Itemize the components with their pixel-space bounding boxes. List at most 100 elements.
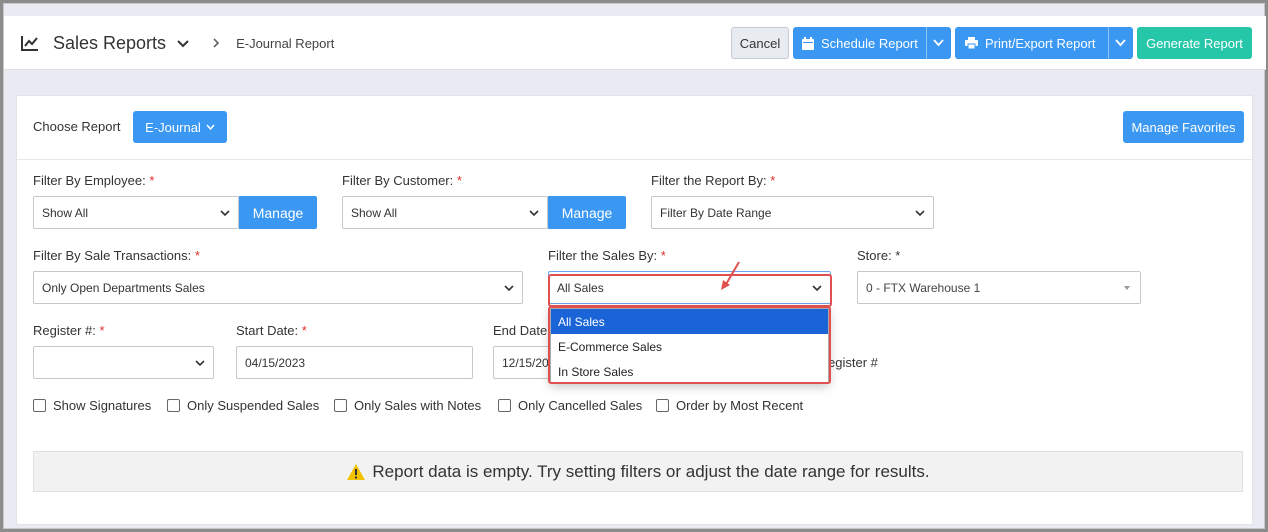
show-signatures-checkbox[interactable]: Show Signatures bbox=[33, 398, 151, 413]
store-label: Store: * bbox=[857, 248, 901, 263]
filter-customer-value: Show All bbox=[351, 205, 398, 220]
manage-employee-button[interactable]: Manage bbox=[239, 196, 317, 229]
filter-report-by-value: Filter By Date Range bbox=[660, 205, 772, 220]
checkbox-label: Only Cancelled Sales bbox=[518, 398, 643, 413]
choose-report-value: E-Journal bbox=[145, 119, 201, 135]
start-date-label: Start Date: * bbox=[236, 323, 307, 338]
filter-report-by-label-text: Filter the Report By: bbox=[651, 173, 767, 188]
group-by-register-text: egister # bbox=[828, 355, 878, 370]
required-marker: * bbox=[456, 173, 462, 188]
report-panel: Choose Report E-Journal Manage Favorites… bbox=[16, 95, 1254, 525]
register-label-text: Register #: bbox=[33, 323, 96, 338]
checkbox-label: Only Sales with Notes bbox=[354, 398, 482, 413]
red-arrow-icon bbox=[721, 261, 740, 290]
filter-employee-value: Show All bbox=[42, 205, 89, 220]
section-divider bbox=[17, 159, 1254, 160]
filter-sales-by-label-text: Filter the Sales By: bbox=[548, 248, 658, 263]
generate-report-button[interactable]: Generate Report bbox=[1137, 27, 1252, 59]
chevron-down-icon bbox=[529, 210, 539, 217]
store-select[interactable]: 0 - FTX Warehouse 1 bbox=[857, 271, 1141, 304]
required-marker: * bbox=[660, 248, 666, 263]
empty-report-message: Report data is empty. Try setting filter… bbox=[33, 451, 1243, 492]
manage-customer-label: Manage bbox=[561, 204, 613, 221]
export-split-divider bbox=[1108, 27, 1109, 59]
filter-sale-transactions-label-text: Filter By Sale Transactions: bbox=[33, 248, 192, 263]
schedule-dropdown-chevron-icon[interactable] bbox=[933, 39, 944, 47]
only-suspended-checkbox[interactable]: Only Suspended Sales bbox=[167, 398, 319, 413]
line-chart-icon bbox=[21, 36, 38, 51]
choose-report-dropdown[interactable]: E-Journal bbox=[133, 111, 227, 143]
warning-icon bbox=[346, 463, 366, 481]
only-notes-checkbox[interactable]: Only Sales with Notes bbox=[334, 398, 481, 413]
filter-sale-transactions-value: Only Open Departments Sales bbox=[42, 280, 205, 295]
cancel-button[interactable]: Cancel bbox=[731, 27, 789, 59]
breadcrumb: Sales Reports E-Journal Report bbox=[21, 16, 334, 70]
print-export-button[interactable]: Print/Export Report bbox=[955, 27, 1133, 59]
calendar-icon bbox=[802, 36, 814, 50]
print-export-label: Print/Export Report bbox=[985, 35, 1096, 51]
filter-customer-label-text: Filter By Customer: bbox=[342, 173, 454, 188]
manage-customer-button[interactable]: Manage bbox=[548, 196, 626, 229]
highlight-box-dropdown bbox=[548, 306, 831, 384]
chevron-down-icon bbox=[195, 360, 205, 367]
app-frame: Sales Reports E-Journal Report Cancel Sc… bbox=[3, 3, 1266, 529]
required-marker: * bbox=[301, 323, 307, 338]
checkbox-label: Order by Most Recent bbox=[676, 398, 804, 413]
schedule-split-divider bbox=[926, 27, 927, 59]
start-date-input[interactable]: 04/15/2023 bbox=[236, 346, 473, 379]
only-cancelled-checkbox[interactable]: Only Cancelled Sales bbox=[498, 398, 642, 413]
chevron-down-icon bbox=[915, 210, 925, 217]
checkbox-box[interactable] bbox=[498, 399, 511, 412]
export-dropdown-chevron-icon[interactable] bbox=[1115, 39, 1126, 47]
top-bar: Sales Reports E-Journal Report Cancel Sc… bbox=[4, 16, 1266, 70]
breadcrumb-current: E-Journal Report bbox=[236, 35, 335, 51]
printer-icon bbox=[965, 37, 978, 49]
cancel-button-label: Cancel bbox=[739, 35, 781, 51]
manage-employee-label: Manage bbox=[252, 204, 304, 221]
chevron-down-icon bbox=[206, 124, 215, 130]
filter-employee-label: Filter By Employee: * bbox=[33, 173, 154, 188]
highlight-box-select bbox=[548, 274, 832, 307]
filter-report-by-label: Filter the Report By: * bbox=[651, 173, 775, 188]
register-label: Register #: * bbox=[33, 323, 105, 338]
schedule-report-button[interactable]: Schedule Report bbox=[793, 27, 951, 59]
checkbox-box[interactable] bbox=[33, 399, 46, 412]
manage-favorites-button[interactable]: Manage Favorites bbox=[1123, 111, 1244, 143]
chevron-down-icon bbox=[220, 210, 230, 217]
filter-sales-by-label: Filter the Sales By: * bbox=[548, 248, 666, 263]
start-date-value: 04/15/2023 bbox=[245, 355, 306, 370]
filter-report-by-select[interactable]: Filter By Date Range bbox=[651, 196, 934, 229]
generate-report-label: Generate Report bbox=[1146, 35, 1243, 51]
required-marker: * bbox=[194, 248, 200, 263]
chevron-down-icon bbox=[504, 285, 514, 292]
page-title[interactable]: Sales Reports bbox=[53, 33, 166, 54]
end-date-label: End Date bbox=[493, 323, 548, 338]
order-recent-checkbox[interactable]: Order by Most Recent bbox=[656, 398, 803, 413]
filter-sale-transactions-label: Filter By Sale Transactions: * bbox=[33, 248, 200, 263]
chevron-down-icon[interactable] bbox=[176, 36, 190, 50]
manage-favorites-label: Manage Favorites bbox=[1131, 119, 1236, 135]
checkbox-label: Only Suspended Sales bbox=[187, 398, 320, 413]
choose-report-label: Choose Report bbox=[33, 119, 121, 134]
checkbox-label: Show Signatures bbox=[53, 398, 152, 413]
start-date-label-text: Start Date: bbox=[236, 323, 299, 338]
checkbox-box[interactable] bbox=[167, 399, 180, 412]
required-marker: * bbox=[99, 323, 105, 338]
required-marker: * bbox=[149, 173, 155, 188]
register-select[interactable] bbox=[33, 346, 214, 379]
required-marker: * bbox=[770, 173, 776, 188]
empty-message-text: Report data is empty. Try setting filter… bbox=[372, 461, 930, 481]
end-date-value: 12/15/20 bbox=[502, 355, 549, 370]
end-date-input[interactable]: 12/15/20 bbox=[493, 346, 553, 379]
caret-down-icon bbox=[1124, 286, 1130, 290]
chevron-right-icon bbox=[213, 38, 220, 48]
schedule-report-label: Schedule Report bbox=[821, 35, 918, 51]
checkbox-box[interactable] bbox=[656, 399, 669, 412]
filter-employee-label-text: Filter By Employee: bbox=[33, 173, 146, 188]
checkbox-box[interactable] bbox=[334, 399, 347, 412]
filter-employee-select[interactable]: Show All bbox=[33, 196, 239, 229]
filter-sale-transactions-select[interactable]: Only Open Departments Sales bbox=[33, 271, 523, 304]
store-value: 0 - FTX Warehouse 1 bbox=[866, 280, 981, 295]
filter-customer-label: Filter By Customer: * bbox=[342, 173, 462, 188]
filter-customer-select[interactable]: Show All bbox=[342, 196, 548, 229]
